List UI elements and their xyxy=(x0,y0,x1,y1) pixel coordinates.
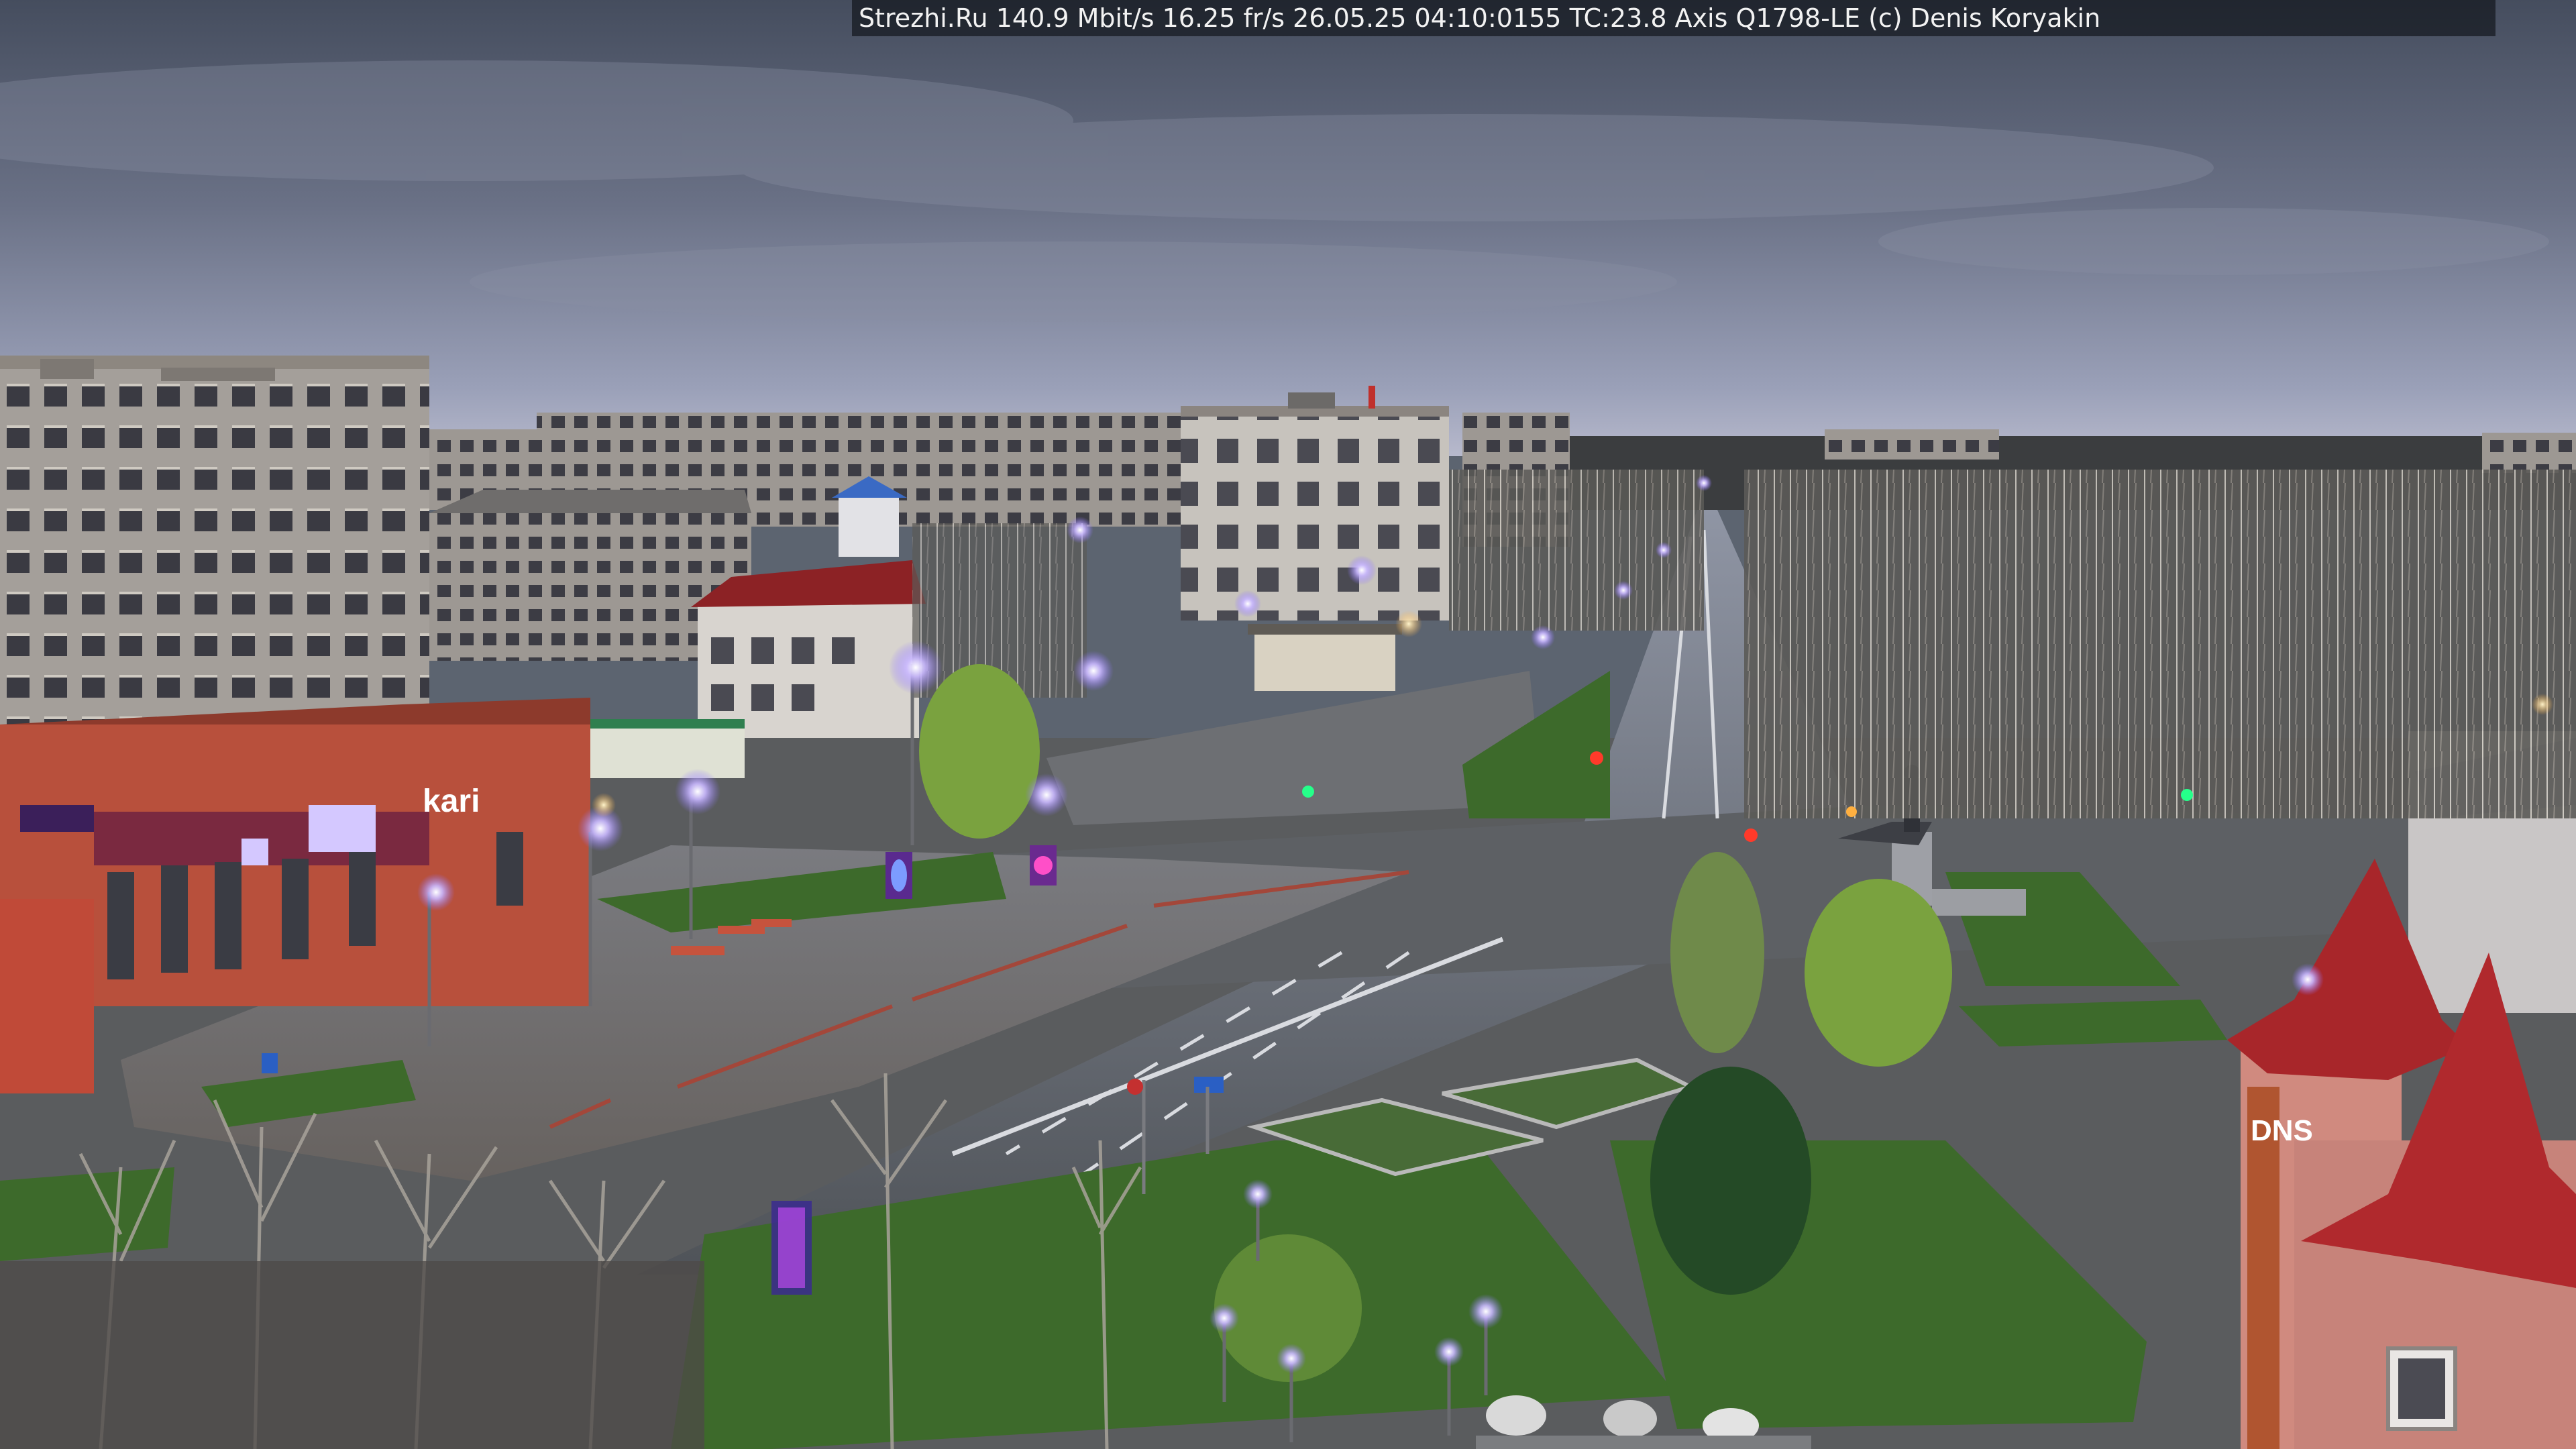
camera-overlay-caption: Strezhi.Ru 140.9 Mbit/s 16.25 fr/s 26.05… xyxy=(852,0,2496,36)
tree-mass-foreground xyxy=(0,1261,704,1449)
birch-forest-right xyxy=(1744,470,2576,818)
city-street-scene: kari DNS xyxy=(0,0,2576,1449)
central-highrise xyxy=(1181,386,1449,621)
kiosk-roof xyxy=(590,719,745,729)
pavilion-roof xyxy=(1248,624,1402,635)
storefront-sign-kari: kari xyxy=(423,784,480,819)
pavilion xyxy=(1254,631,1395,691)
red-roof-house xyxy=(691,560,926,738)
storefront-sign-dns: DNS xyxy=(2251,1114,2313,1147)
webcam-frame: kari DNS Strezhi.Ru 140.9 Mbit/s 16.25 f… xyxy=(0,0,2576,1449)
kiosk xyxy=(590,724,745,778)
